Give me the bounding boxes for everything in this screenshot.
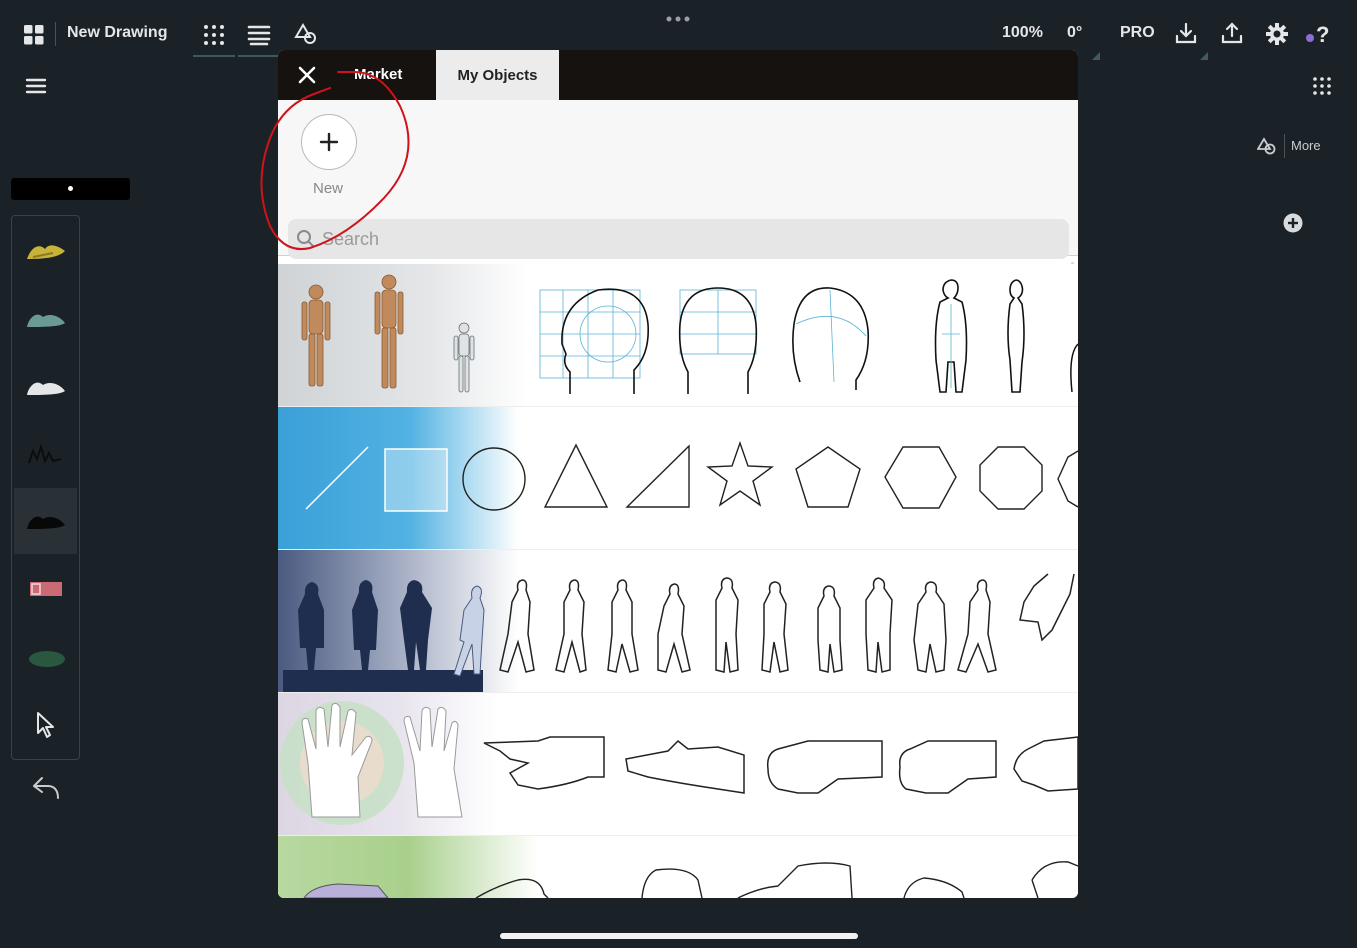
corner-marker-icon <box>1092 47 1100 65</box>
pro-badge[interactable]: PRO <box>1120 24 1155 42</box>
toolbar-divider <box>55 22 56 46</box>
object-row-shapes[interactable] <box>278 407 1078 550</box>
hands-icons <box>280 701 1078 825</box>
shapes-icon[interactable] <box>294 23 318 50</box>
tab-my-objects[interactable]: My Objects <box>436 50 559 100</box>
import-icon[interactable] <box>1175 22 1197 49</box>
marker-tool[interactable] <box>14 354 77 420</box>
pencil-tool[interactable] <box>14 218 77 284</box>
shapes-small-icon[interactable] <box>1256 137 1277 160</box>
tool-underline <box>193 55 235 57</box>
svg-text:?: ? <box>1316 22 1329 46</box>
object-row-figures[interactable] <box>278 264 1078 407</box>
paint-brush-tool[interactable] <box>14 488 77 554</box>
red-annotation-circle <box>260 71 410 250</box>
tool-underline <box>238 55 280 57</box>
zoom-level[interactable]: 100% <box>1002 24 1043 42</box>
shoes-icons <box>303 861 1078 898</box>
object-row-shoes[interactable] <box>278 836 1078 898</box>
tool-panel <box>11 215 80 760</box>
object-row-hands[interactable] <box>278 693 1078 836</box>
more-dots-icon[interactable] <box>666 10 690 28</box>
home-indicator[interactable] <box>500 933 858 939</box>
gear-icon[interactable] <box>1266 23 1288 50</box>
airbrush-tool[interactable] <box>14 422 77 488</box>
smudge-tool[interactable] <box>14 624 77 690</box>
corner-marker-icon <box>1200 47 1208 65</box>
search-input[interactable] <box>322 219 1062 259</box>
export-icon[interactable] <box>1221 22 1243 49</box>
brush-size-slider[interactable] <box>11 178 130 200</box>
apps-grid-icon[interactable] <box>1313 77 1331 100</box>
shapes-icons <box>305 440 1078 512</box>
object-row-people[interactable] <box>278 550 1078 693</box>
more-divider <box>1284 134 1285 158</box>
eraser-tool[interactable] <box>14 556 77 622</box>
select-arrow-tool[interactable] <box>14 692 77 758</box>
help-icon[interactable]: ? <box>1305 22 1331 51</box>
side-menu-icon[interactable] <box>25 77 47 100</box>
layers-grid-icon[interactable] <box>204 25 224 50</box>
drawing-title[interactable]: New Drawing <box>67 24 167 42</box>
gallery-icon[interactable] <box>24 25 44 50</box>
pen-tool[interactable] <box>14 286 77 352</box>
more-button[interactable]: More <box>1291 138 1321 153</box>
rotation-angle[interactable]: 0° <box>1067 24 1082 42</box>
add-circle-icon[interactable] <box>1283 213 1303 238</box>
menu-lines-icon[interactable] <box>247 24 271 51</box>
figures-icons <box>301 274 1078 394</box>
people-icons <box>283 573 1075 692</box>
undo-icon[interactable] <box>32 774 60 807</box>
